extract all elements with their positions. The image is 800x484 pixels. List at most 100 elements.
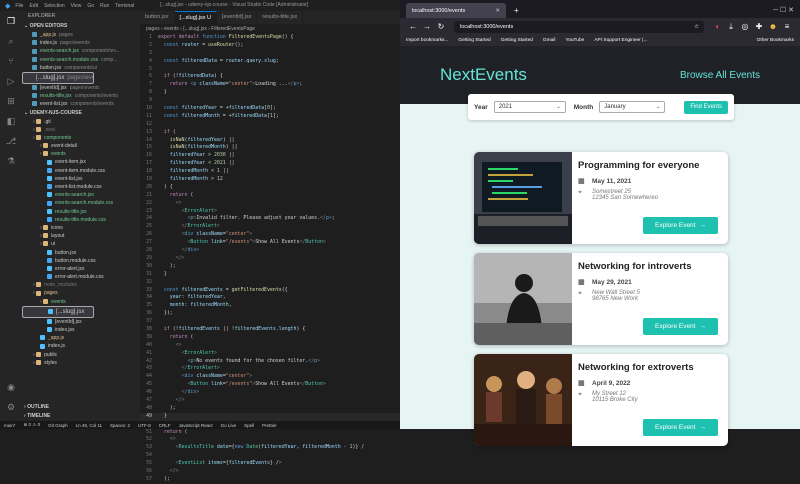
bookmark-item[interactable]: API Support Engineer (... xyxy=(594,38,647,43)
status-item[interactable]: main* xyxy=(4,423,16,428)
emoji-extension-icon[interactable]: ☻ xyxy=(766,22,780,31)
folder-item[interactable]: › .git xyxy=(22,118,140,126)
settings-gear-icon[interactable]: ⚙ xyxy=(0,397,22,417)
code-line[interactable]: 10 const filteredYear = +filteredData[0]… xyxy=(140,105,400,113)
code-line[interactable]: 55 <EventList items={filteredEvents} /> xyxy=(140,460,400,468)
menu-item[interactable]: Run xyxy=(100,3,109,9)
search-icon[interactable]: ⌕ xyxy=(0,31,22,51)
pocket-icon[interactable]: ◖ xyxy=(710,22,724,31)
git-graph-icon[interactable]: ⎇ xyxy=(0,131,22,151)
status-item[interactable]: Prettier xyxy=(262,423,277,428)
bookmark-star-icon[interactable]: ☆ xyxy=(694,21,699,33)
open-editors-header[interactable]: ⌄ OPEN EDITORS xyxy=(22,22,140,31)
explorer-icon[interactable]: ❐ xyxy=(0,11,22,31)
folder-item[interactable]: › icons xyxy=(22,224,140,232)
file-item[interactable]: index.js xyxy=(22,342,140,350)
code-editor[interactable]: button.jsx [...slug].jsx U [eventId].jsx re… xyxy=(140,11,400,482)
window-controls[interactable]: ─ ☐ ✕ xyxy=(773,3,794,18)
outline-header[interactable]: › OUTLINE xyxy=(22,403,140,412)
open-editor-item[interactable]: [...slug].jsxpages\events xyxy=(22,71,94,84)
code-line[interactable]: 56 </> xyxy=(140,468,400,476)
file-item[interactable]: [eventId].jsx xyxy=(22,318,140,326)
open-editor-item[interactable]: results-title.jsx components\events xyxy=(22,92,140,100)
folder-item[interactable]: › events xyxy=(22,298,140,306)
code-line[interactable]: 36 }); xyxy=(140,310,400,318)
explore-event-button[interactable]: Explore Event → xyxy=(643,318,718,335)
browse-all-events-link[interactable]: Browse All Events xyxy=(680,70,760,81)
code-line[interactable]: 5 xyxy=(140,66,400,74)
bookmark-item[interactable]: Getting Started xyxy=(458,38,490,43)
code-line[interactable]: 25 </ErrorAlert> xyxy=(140,223,400,231)
menu-item[interactable]: File xyxy=(15,3,23,9)
folder-item[interactable]: › event-detail xyxy=(22,142,140,150)
code-line[interactable]: 51 return ( xyxy=(140,429,400,437)
folder-item[interactable]: › components xyxy=(22,134,140,142)
new-tab-icon[interactable]: + xyxy=(514,3,519,18)
open-editor-item[interactable]: index.js pages\events xyxy=(22,39,140,47)
remote-icon[interactable]: ◧ xyxy=(0,111,22,131)
testing-icon[interactable]: ⚗ xyxy=(0,151,22,171)
code-line[interactable]: 38 if (!filteredEvents || !filteredEvent… xyxy=(140,326,400,334)
code-line[interactable]: 52 <> xyxy=(140,436,400,444)
bookmark-item[interactable]: Getting Started xyxy=(501,38,533,43)
code-line[interactable]: 57 ); xyxy=(140,476,400,484)
project-header[interactable]: ⌄ UDEMY-NJS-COURSE xyxy=(22,109,140,118)
file-item[interactable]: error-alert.jsx xyxy=(22,265,140,273)
code-line[interactable]: 2 const router = useRouter(); xyxy=(140,42,400,50)
code-line[interactable]: 34 year: filteredYear, xyxy=(140,294,400,302)
status-item[interactable]: Go Live xyxy=(221,423,237,428)
code-line[interactable]: 1 export default function FilteredEventsP… xyxy=(140,34,400,42)
account-icon[interactable]: ◎ xyxy=(738,22,752,31)
close-tab-icon[interactable]: ✕ xyxy=(495,8,500,14)
file-item[interactable]: events-search.module.css xyxy=(22,199,140,207)
folder-item[interactable]: › .next xyxy=(22,126,140,134)
forward-arrow-icon[interactable]: → xyxy=(420,22,434,31)
file-item[interactable]: error-alert.module.css xyxy=(22,273,140,281)
code-line[interactable]: 43 </ErrorAlert> xyxy=(140,365,400,373)
editor-tab[interactable]: [eventId].jsx xyxy=(217,11,258,24)
file-item[interactable]: [...slug].jsx xyxy=(22,305,94,318)
bookmark-item[interactable]: Gmail xyxy=(543,38,556,43)
source-control-icon[interactable]: ⑂ xyxy=(0,51,22,71)
code-line[interactable]: 19 filteredMonth > 12 xyxy=(140,176,400,184)
file-item[interactable]: events-search.jsx xyxy=(22,191,140,199)
status-item[interactable]: CRLF xyxy=(159,423,171,428)
editor-tab[interactable]: [...slug].jsx U xyxy=(174,11,218,24)
code-line[interactable]: 20 ) { xyxy=(140,184,400,192)
file-item[interactable]: button.module.css xyxy=(22,257,140,265)
open-editor-item[interactable]: [eventId].jsx pages\events xyxy=(22,84,140,92)
file-item[interactable]: event-list.jsx xyxy=(22,175,140,183)
code-line[interactable]: 46 </div> xyxy=(140,389,400,397)
code-line[interactable]: 23 <ErrorAlert> xyxy=(140,208,400,216)
bookmark-item[interactable]: YouTube xyxy=(565,38,584,43)
open-editor-item[interactable]: button.jsx components\ui xyxy=(22,64,140,72)
timeline-header[interactable]: › TIMELINE xyxy=(22,412,140,421)
code-line[interactable]: 40 <> xyxy=(140,342,400,350)
code-line[interactable]: 54 xyxy=(140,452,400,460)
code-line[interactable]: 18 filteredMonth < 1 || xyxy=(140,168,400,176)
status-item[interactable]: UTF-8 xyxy=(138,423,151,428)
file-item[interactable]: results-title.module.css xyxy=(22,216,140,224)
file-item[interactable]: event-item.module.css xyxy=(22,167,140,175)
run-debug-icon[interactable]: ▷ xyxy=(0,71,22,91)
file-item[interactable]: event-item.jsx xyxy=(22,158,140,166)
folder-item[interactable]: › layout xyxy=(22,232,140,240)
code-line[interactable]: 24 <p>Invalid filter. Please adjust your… xyxy=(140,215,400,223)
site-logo[interactable]: NextEvents xyxy=(440,65,527,85)
code-line[interactable]: 33 const filteredEvents = getFilteredEve… xyxy=(140,287,400,295)
code-line[interactable]: 8 } xyxy=(140,89,400,97)
file-item[interactable]: _app.js xyxy=(22,334,140,342)
code-line[interactable]: 48 ); xyxy=(140,405,400,413)
code-line[interactable]: 28 </div> xyxy=(140,247,400,255)
month-select[interactable]: January ⌄ xyxy=(599,101,666,113)
menu-item[interactable]: Edit xyxy=(29,3,38,9)
extensions-icon[interactable]: ⊞ xyxy=(0,91,22,111)
back-arrow-icon[interactable]: ← xyxy=(406,22,420,31)
menu-item[interactable]: Terminal xyxy=(115,3,134,9)
code-line[interactable]: 11 const filteredMonth = +filteredData[1… xyxy=(140,113,400,121)
folder-item[interactable]: › events xyxy=(22,150,140,158)
find-events-button[interactable]: Find Events xyxy=(684,100,728,114)
status-item[interactable]: Git Graph xyxy=(48,423,68,428)
code-line[interactable]: 9 xyxy=(140,97,400,105)
code-line[interactable]: 22 <> xyxy=(140,200,400,208)
